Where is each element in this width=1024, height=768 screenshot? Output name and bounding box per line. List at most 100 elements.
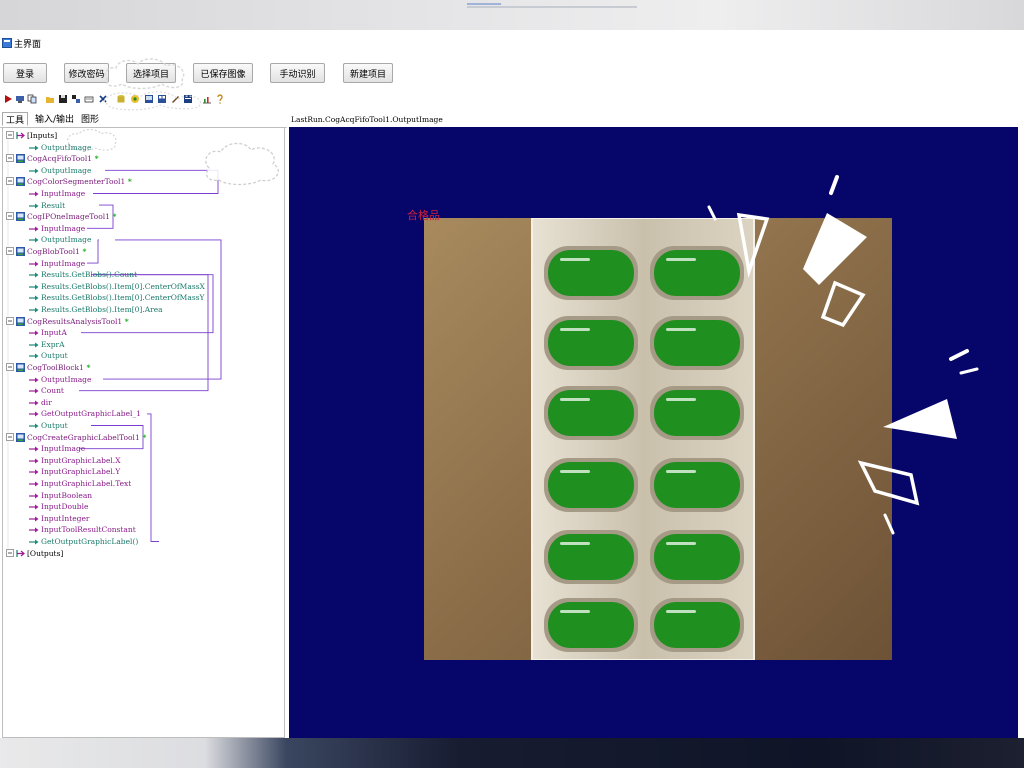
tree-row-label: CogBlobTool1 xyxy=(27,247,80,256)
tab-tools[interactable]: 工具 xyxy=(2,112,29,126)
tool-icon xyxy=(16,247,25,256)
tree-row[interactable]: InputDouble xyxy=(29,501,88,512)
tree-row[interactable]: Output xyxy=(29,420,68,431)
tree-row[interactable]: Results.GetBlobs().Item[0].CenterOfMassY xyxy=(29,292,204,303)
expander-icon[interactable] xyxy=(6,131,14,139)
modified-star: * xyxy=(83,363,91,372)
expander-icon[interactable] xyxy=(6,316,14,325)
tree-row-label: OutputImage xyxy=(41,142,92,152)
pill xyxy=(548,320,634,366)
output-arrow-icon xyxy=(29,168,39,174)
tree-row[interactable]: InputA xyxy=(29,327,67,338)
tree-row[interactable]: InputGraphicLabel.Y xyxy=(29,466,121,477)
save-icon[interactable] xyxy=(58,94,68,104)
pill xyxy=(548,250,634,296)
top-scroll-thumb xyxy=(467,3,501,5)
tree-row[interactable]: OutputImage xyxy=(29,165,92,176)
tree-row[interactable]: CogResultsAnalysisTool1 * xyxy=(6,316,129,327)
tree-row[interactable]: InputImage xyxy=(29,443,85,454)
tree-row-label: OutputImage xyxy=(41,165,92,175)
tree-row[interactable]: GetOutputGraphicLabel() xyxy=(29,536,138,547)
login-button[interactable]: 登录 xyxy=(3,63,47,83)
tree-row-label: InputBoolean xyxy=(41,490,93,500)
tree-row[interactable]: Results.GetBlobs().Item[0].CenterOfMassX xyxy=(29,281,205,292)
result-label: 合格品 xyxy=(407,209,440,222)
tree-row[interactable]: Result xyxy=(29,200,65,211)
tree-row-label: InputA xyxy=(41,328,67,338)
tree-row[interactable]: CogIPOneImageTool1 * xyxy=(6,211,116,222)
input-arrow-icon xyxy=(29,330,39,336)
manual-identify-button[interactable]: 手动识别 xyxy=(270,63,325,83)
expander-icon[interactable] xyxy=(6,432,14,441)
tree-row-label: CogIPOneImageTool1 xyxy=(27,212,110,222)
input-arrow-icon xyxy=(29,226,39,232)
modified-star: * xyxy=(139,432,147,442)
tree-row-label: ExprA xyxy=(41,339,65,349)
tree-row[interactable]: InputGraphicLabel.Text xyxy=(29,478,131,489)
doodle-cloud-decoration xyxy=(104,58,185,90)
tree-row[interactable]: InputBoolean xyxy=(29,490,93,501)
expander-icon[interactable] xyxy=(6,154,14,163)
copy-icon[interactable] xyxy=(27,94,37,104)
tree-row[interactable]: InputToolResultConstant xyxy=(29,524,136,535)
tree-row[interactable]: [Outputs] xyxy=(6,548,63,559)
tree-row[interactable]: InputImage xyxy=(29,188,85,199)
expander-icon[interactable] xyxy=(6,548,14,557)
tree-row[interactable]: OutputImage xyxy=(29,374,92,385)
tree-row[interactable]: dir xyxy=(29,397,52,408)
tree-row[interactable]: InputImage xyxy=(29,258,86,269)
tree-row[interactable]: Output xyxy=(29,350,68,361)
input-arrow-icon xyxy=(29,481,39,487)
pill-highlight xyxy=(666,328,696,331)
tree-row[interactable]: InputImage xyxy=(29,223,85,234)
monitor-icon[interactable] xyxy=(15,94,25,104)
tree-row[interactable]: Results.GetBlobs().Item[0].Area xyxy=(29,304,163,315)
open-folder-icon[interactable] xyxy=(45,94,55,104)
paste-icon[interactable] xyxy=(84,94,94,104)
tree-row[interactable]: CogColorSegmenterTool1 * xyxy=(6,176,132,187)
tree-row[interactable]: InputInteger xyxy=(29,513,90,524)
tree-row-label: InputImage xyxy=(41,258,86,268)
pill xyxy=(548,390,634,436)
link-line xyxy=(147,413,159,542)
tree-row-label: CogColorSegmenterTool1 xyxy=(27,177,126,187)
viewer-header-text: LastRun.CogAcqFifoTool1.OutputImage xyxy=(291,115,443,124)
output-arrow-icon xyxy=(29,353,39,359)
tree-row-label: CogAcqFifoTool1 xyxy=(27,154,92,164)
help-icon[interactable] xyxy=(215,94,225,104)
pill-highlight xyxy=(560,328,590,331)
tree-row-label: Output xyxy=(41,421,68,430)
tree-row[interactable]: OutputImage xyxy=(29,142,92,153)
image-viewport[interactable]: 合格品 xyxy=(289,127,1018,738)
tree-row[interactable]: GetOutputGraphicLabel_1 xyxy=(29,408,141,419)
expander-icon[interactable] xyxy=(6,212,14,221)
tree-row-label: Count xyxy=(41,386,64,396)
tree-row[interactable]: CogAcqFifoTool1 * xyxy=(6,153,99,164)
saved-images-button[interactable]: 已保存图像 xyxy=(193,63,253,83)
tree-row-label: CogCreateGraphicLabelTool1 xyxy=(27,432,140,442)
tree-row[interactable]: OutputImage xyxy=(29,234,91,245)
expander-icon[interactable] xyxy=(6,363,14,371)
expander-icon[interactable] xyxy=(6,247,14,255)
new-project-button[interactable]: 新建项目 xyxy=(343,63,393,83)
tree-row[interactable]: InputGraphicLabel.X xyxy=(29,455,121,466)
tree-row-label: Results.GetBlobs().Item[0].CenterOfMassX xyxy=(41,281,205,291)
doodle-scribble-decoration xyxy=(103,91,202,111)
output-arrow-icon xyxy=(29,272,39,278)
tree-row[interactable]: CogToolBlock1 * xyxy=(6,362,91,373)
tree-row-label: InputGraphicLabel.Y xyxy=(41,467,121,477)
tree-row[interactable]: Count xyxy=(29,385,64,396)
tree-row[interactable]: CogCreateGraphicLabelTool1 * xyxy=(6,432,147,443)
tree-row[interactable]: ExprA xyxy=(29,339,65,350)
tab-io[interactable]: 输入/输出 xyxy=(32,112,77,126)
run-icon[interactable] xyxy=(3,94,13,104)
tree-row-label: OutputImage xyxy=(41,374,92,384)
expander-icon[interactable] xyxy=(6,177,14,186)
tree-row[interactable]: Results.GetBlobs().Count xyxy=(29,269,137,280)
cut-icon[interactable] xyxy=(71,94,81,104)
modified-star: * xyxy=(125,177,132,187)
tree-row[interactable]: CogBlobTool1 * xyxy=(6,246,86,257)
tree-row[interactable]: [Inputs] xyxy=(6,130,57,141)
tab-graphics[interactable]: 图形 xyxy=(78,112,102,126)
pill-highlight xyxy=(666,258,696,261)
